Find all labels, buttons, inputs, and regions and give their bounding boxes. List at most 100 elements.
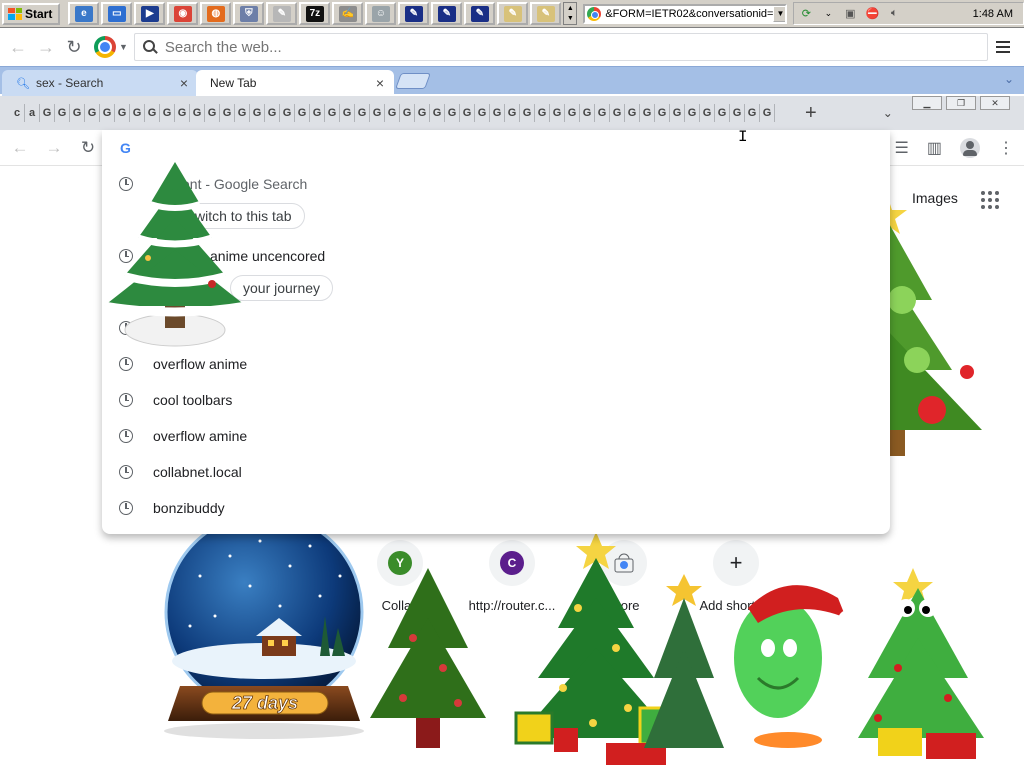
mini-tab[interactable]: G — [340, 104, 355, 122]
chevron-down-icon[interactable]: ⌄ — [820, 7, 836, 21]
mini-tab[interactable]: G — [70, 104, 85, 122]
sync-icon[interactable]: ⟳ — [798, 7, 814, 21]
close-icon[interactable]: × — [180, 75, 188, 91]
mini-tab[interactable]: G — [85, 104, 100, 122]
mini-tab[interactable]: G — [415, 104, 430, 122]
tab-new-tab[interactable]: New Tab × — [196, 70, 394, 96]
back-icon[interactable]: ← — [6, 134, 34, 162]
mini-tab[interactable]: G — [115, 104, 130, 122]
new-tab-button[interactable] — [395, 73, 431, 89]
mini-tab[interactable]: G — [640, 104, 655, 122]
side-panel-icon[interactable]: ▥ — [927, 138, 942, 158]
notes-icon-3[interactable]: ✎ — [464, 2, 496, 25]
suggestion-row[interactable]: bonzibuddy — [102, 490, 890, 526]
start-button[interactable]: Start — [2, 2, 61, 25]
mini-tab[interactable]: G — [475, 104, 490, 122]
mini-tab[interactable]: G — [610, 104, 625, 122]
media-playlist-icon[interactable]: ☰ — [895, 138, 909, 158]
mini-tab[interactable]: G — [205, 104, 220, 122]
mini-tab[interactable]: G — [145, 104, 160, 122]
notes-icon-2[interactable]: ✎ — [431, 2, 463, 25]
mini-tab[interactable]: G — [40, 104, 55, 122]
forward-icon[interactable]: → — [32, 33, 60, 61]
mini-tab[interactable]: G — [325, 104, 340, 122]
mini-tab[interactable]: G — [100, 104, 115, 122]
mini-tab[interactable]: G — [730, 104, 745, 122]
mini-tab[interactable]: G — [430, 104, 445, 122]
mini-tab[interactable]: G — [250, 104, 265, 122]
taskbar-address-combo[interactable]: &FORM=IETR02&conversationid= ▼ — [583, 3, 788, 24]
mini-tab[interactable]: G — [175, 104, 190, 122]
search-input[interactable] — [164, 38, 965, 56]
suggestion-row[interactable]: overflow anime — [102, 346, 890, 382]
mini-tab[interactable]: G — [160, 104, 175, 122]
mini-tab[interactable]: G — [760, 104, 775, 122]
mini-tab[interactable]: G — [565, 104, 580, 122]
more-menu-icon[interactable]: ⋮ — [998, 138, 1014, 158]
paint-icon[interactable]: ✎ — [266, 2, 298, 25]
mini-tab[interactable]: G — [745, 104, 760, 122]
mini-tab[interactable]: G — [655, 104, 670, 122]
notes-icon-1[interactable]: ✎ — [398, 2, 430, 25]
mini-tab[interactable]: G — [400, 104, 415, 122]
7zip-icon[interactable]: 7z — [299, 2, 331, 25]
mini-tab[interactable]: G — [445, 104, 460, 122]
caret-down-icon[interactable]: ▼ — [119, 42, 128, 52]
mini-tab[interactable]: G — [130, 104, 145, 122]
new-tab-plus-icon[interactable]: + — [805, 102, 817, 125]
network-icon[interactable]: ▣ — [842, 7, 858, 21]
restore-icon[interactable]: ❐ — [946, 96, 976, 110]
mini-tab[interactable]: a — [25, 104, 40, 122]
close-icon[interactable]: ✕ — [980, 96, 1010, 110]
notes-icon-4[interactable]: ✎ — [497, 2, 529, 25]
mini-tab[interactable]: c — [10, 104, 25, 122]
chrome-icon[interactable]: ◉ — [167, 2, 199, 25]
close-icon[interactable]: × — [376, 75, 384, 91]
quick-launch-scroll[interactable]: ▲ ▼ — [563, 2, 578, 25]
mini-tab[interactable]: G — [355, 104, 370, 122]
chrome-logo-icon[interactable] — [94, 36, 116, 58]
notepad-icon[interactable]: ✍ — [332, 2, 364, 25]
mini-tab[interactable]: G — [265, 104, 280, 122]
reload-icon[interactable]: ↻ — [74, 134, 102, 162]
tab-search[interactable]: 🔍︎ sex - Search × — [2, 70, 198, 96]
mini-tab[interactable]: G — [550, 104, 565, 122]
ie-icon[interactable]: e — [68, 2, 100, 25]
mini-tab[interactable]: G — [520, 104, 535, 122]
firefox-icon[interactable]: ◍ — [200, 2, 232, 25]
people-icon[interactable]: ☺ — [365, 2, 397, 25]
mini-tab[interactable]: G — [55, 104, 70, 122]
mini-tab[interactable]: G — [220, 104, 235, 122]
security-alert-icon[interactable]: ⛔ — [864, 7, 880, 21]
explorer-icon[interactable]: ▭ — [101, 2, 133, 25]
mini-tab[interactable]: G — [295, 104, 310, 122]
mini-tab[interactable]: G — [490, 104, 505, 122]
clock[interactable]: 1:48 AM — [973, 8, 1013, 20]
mini-tab[interactable]: G — [310, 104, 325, 122]
minimize-icon[interactable]: ▁ — [912, 96, 942, 110]
mini-tab[interactable]: G — [505, 104, 520, 122]
mini-tab[interactable]: G — [235, 104, 250, 122]
mini-tab[interactable]: G — [370, 104, 385, 122]
mini-tab[interactable]: G — [685, 104, 700, 122]
mini-tab[interactable]: G — [715, 104, 730, 122]
suggestion-row[interactable]: collabnet.local — [102, 454, 890, 490]
mini-tab[interactable]: G — [670, 104, 685, 122]
mini-tab[interactable]: G — [625, 104, 640, 122]
mini-tab[interactable]: G — [535, 104, 550, 122]
forward-icon[interactable]: → — [40, 134, 68, 162]
mini-tab[interactable]: G — [385, 104, 400, 122]
media-icon[interactable]: ▶ — [134, 2, 166, 25]
mini-tab[interactable]: G — [280, 104, 295, 122]
mini-tab[interactable]: G — [580, 104, 595, 122]
mini-tab[interactable]: G — [460, 104, 475, 122]
suggestion-row[interactable]: overflow amine — [102, 418, 890, 454]
chevron-down-icon[interactable]: ⌄ — [1004, 72, 1014, 86]
menu-icon[interactable] — [995, 41, 1016, 53]
tab-search-chevron-icon[interactable]: ⌄ — [883, 106, 893, 120]
back-icon[interactable]: ← — [4, 33, 32, 61]
notes-icon-5[interactable]: ✎ — [530, 2, 562, 25]
mini-tab[interactable]: G — [190, 104, 205, 122]
mini-tab[interactable]: G — [595, 104, 610, 122]
mini-tab[interactable]: G — [700, 104, 715, 122]
